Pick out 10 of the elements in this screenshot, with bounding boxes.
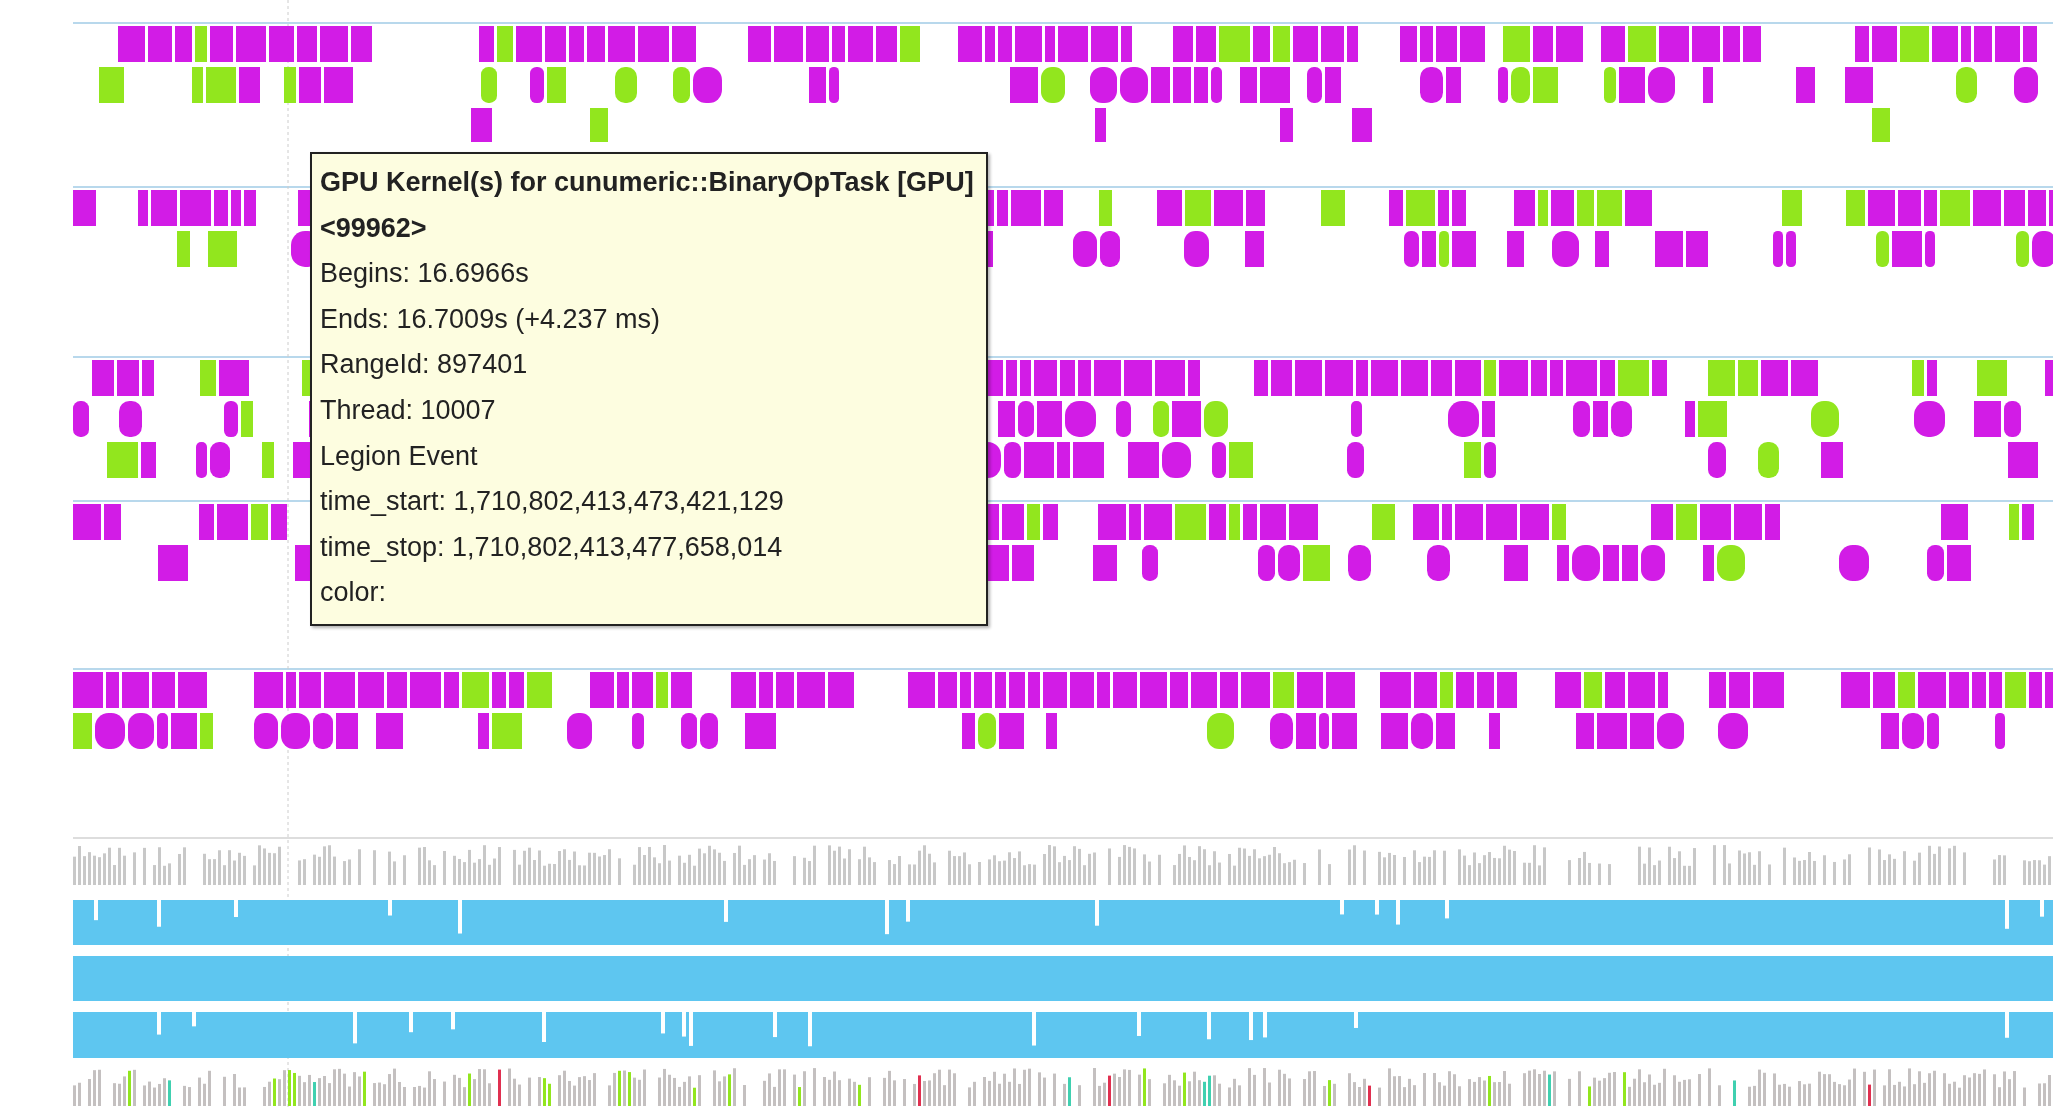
tooltip-title: GPU Kernel(s) for cunumeric::BinaryOpTask [GPU]: [320, 166, 974, 199]
tooltip-line: RangeId: 897401: [320, 348, 529, 382]
tooltip-line: Ends: 16.7009s (+4.237 ms): [320, 302, 661, 336]
tooltip-line: time_stop: 1,710,802,413,477,658,014: [320, 530, 784, 564]
tooltip-line: Begins: 16.6966s: [320, 257, 530, 291]
tooltip-line: Thread: 10007: [320, 393, 497, 427]
tooltip-id: <99962>: [320, 211, 428, 245]
tooltip-line: Legion Event: [320, 439, 479, 473]
tooltip-line: color:: [320, 576, 388, 610]
tooltip-line: time_start: 1,710,802,413,473,421,129: [320, 485, 785, 519]
